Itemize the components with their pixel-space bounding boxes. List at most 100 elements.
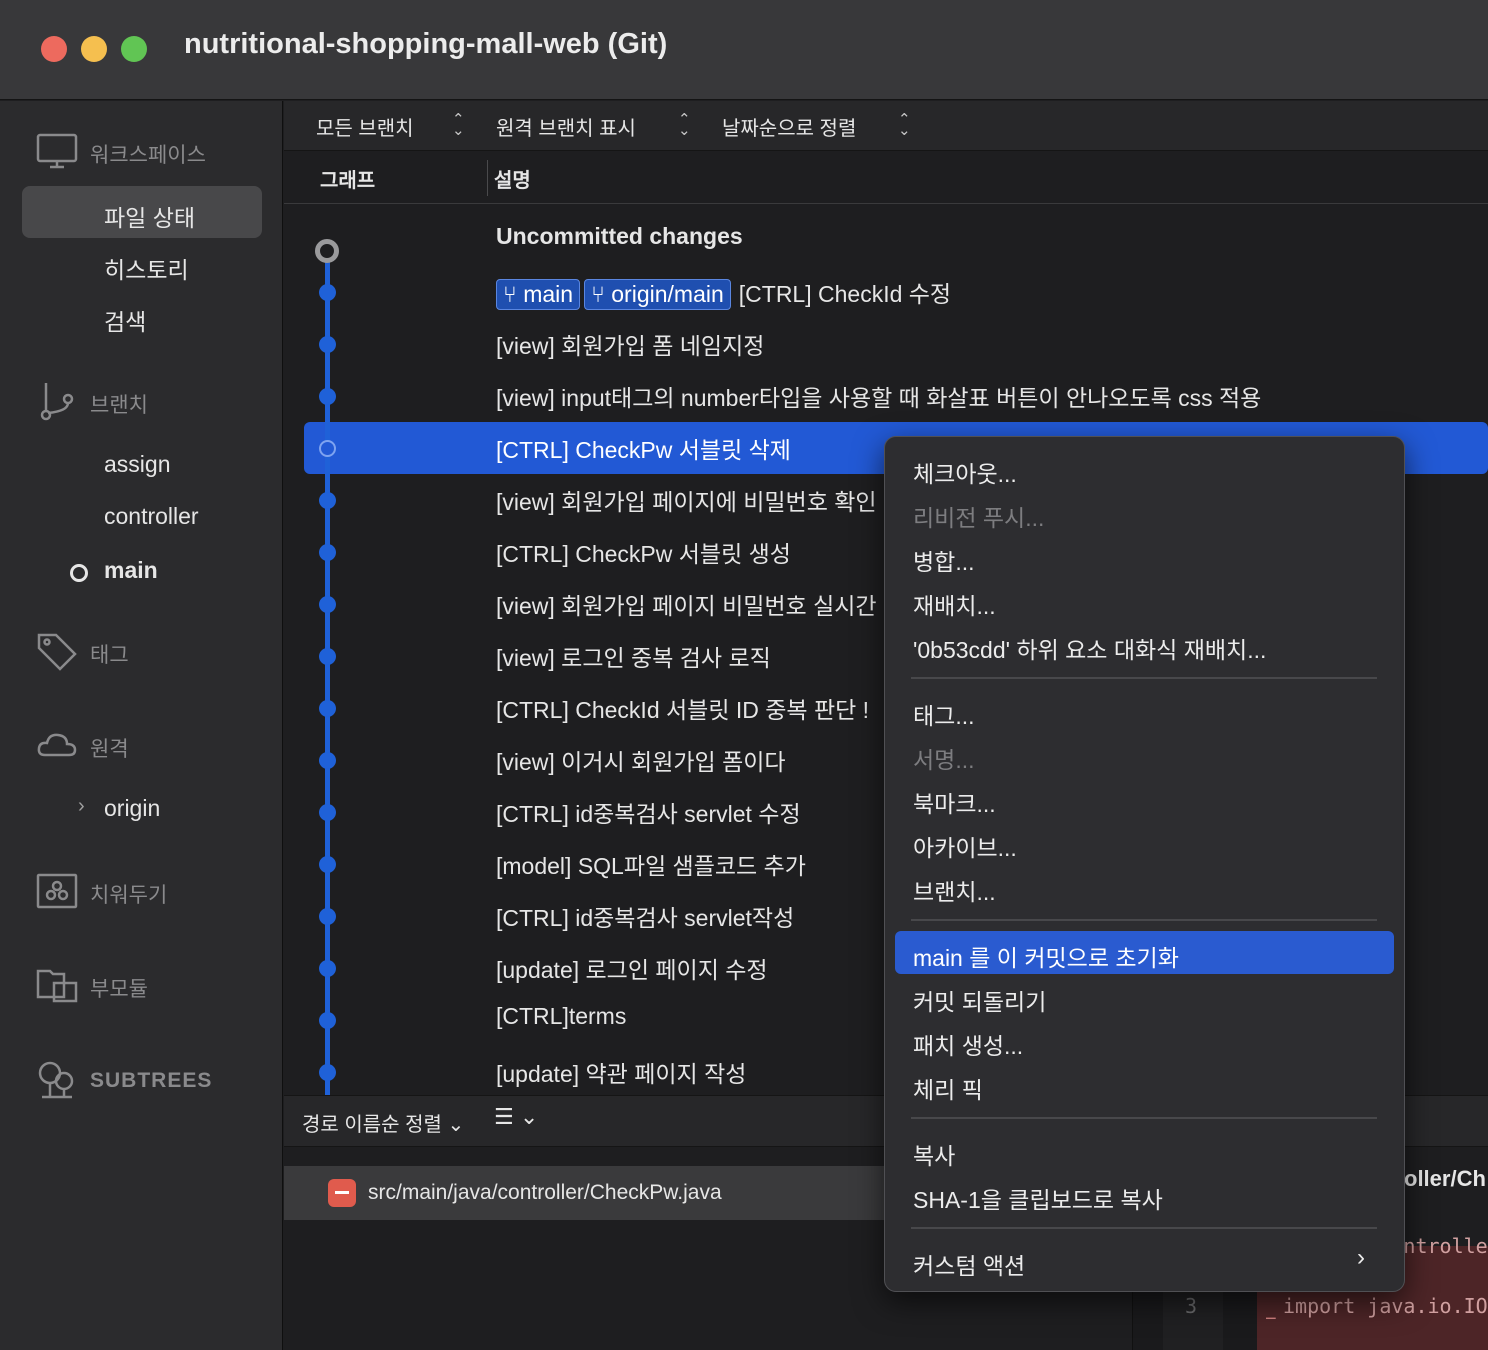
- commit-message: [update] 약관 페이지 작성: [496, 1061, 747, 1087]
- commit-message: Uncommitted changes: [496, 223, 743, 249]
- commit-node: [319, 700, 336, 717]
- commit-node: [319, 336, 336, 353]
- commit-message: [CTRL] CheckId 서블릿 ID 중복 판단 !: [496, 697, 870, 723]
- commit-node: [319, 804, 336, 821]
- commit-node: [319, 440, 336, 457]
- menu-push-revision: 리비전 푸시...: [913, 505, 1045, 531]
- window-title: nutritional-shopping-mall-web (Git): [184, 28, 668, 60]
- branch-badge-origin-main[interactable]: ⑂ origin/main: [584, 279, 731, 310]
- minimize-window-button[interactable]: [81, 36, 107, 62]
- menu-branch[interactable]: 브랜치...: [913, 873, 996, 907]
- menu-tag[interactable]: 태그...: [913, 697, 975, 731]
- commit-message: [CTRL] CheckPw 서블릿 생성: [496, 541, 791, 567]
- commit-message-text: [CTRL] CheckId 수정: [738, 281, 952, 307]
- menu-merge[interactable]: 병합...: [913, 543, 975, 577]
- file-list-item[interactable]: src/main/java/controller/CheckPw.java: [284, 1166, 888, 1220]
- sidebar-section-submodules: 부모듈: [90, 978, 148, 1001]
- column-header: 그래프 설명: [284, 152, 1488, 204]
- column-divider[interactable]: [487, 160, 488, 196]
- sidebar-branch-assign[interactable]: assign: [104, 451, 170, 478]
- menu-sign: 서명...: [913, 747, 975, 773]
- menu-cherry-pick[interactable]: 체리 픽: [913, 1071, 983, 1105]
- app-window: nutritional-shopping-mall-web (Git) 워크스페…: [0, 0, 1488, 1350]
- chevron-down-icon: ⌄: [447, 1114, 465, 1136]
- sidebar-section-stashes: 치워두기: [90, 884, 168, 907]
- sort-by-path-select[interactable]: 경로 이름순 정렬 ⌄: [302, 1108, 464, 1137]
- updown-chevron-icon[interactable]: ⌃ ⌄: [678, 112, 691, 138]
- sidebar-section-workspace: 워크스페이스: [90, 144, 206, 167]
- commit-row[interactable]: [view] input태그의 number타입을 사용할 때 화살표 버튼이 …: [284, 369, 1488, 421]
- sidebar-item-search[interactable]: 검색: [104, 303, 146, 337]
- sidebar: 워크스페이스 파일 상태 히스토리 검색 브랜치 assign controll…: [0, 101, 283, 1350]
- commit-row[interactable]: ⑂ main ⑂ origin/main [CTRL] CheckId 수정: [284, 265, 1488, 317]
- sort-date-select[interactable]: 날짜순으로 정렬: [722, 112, 856, 141]
- menu-bookmark[interactable]: 북마크...: [913, 785, 996, 819]
- title-bar: nutritional-shopping-mall-web (Git): [0, 0, 1488, 100]
- commit-node: [319, 960, 336, 977]
- commit-node: [319, 1012, 336, 1029]
- updown-chevron-icon[interactable]: ⌃ ⌄: [452, 112, 465, 138]
- diff-minus-sign: −: [1265, 1308, 1277, 1330]
- commit-message: [view] 회원가입 페이지 비밀번호 실시간: [496, 593, 877, 619]
- commit-node: [319, 648, 336, 665]
- list-view-select[interactable]: ☰ ⌄: [494, 1104, 538, 1130]
- branch-badge-main[interactable]: ⑂ main: [496, 279, 581, 310]
- sidebar-branch-controller[interactable]: controller: [104, 503, 199, 530]
- commit-message: [view] 로그인 중복 검사 로직: [496, 645, 771, 671]
- branch-icon: ⑂: [503, 281, 517, 307]
- zoom-window-button[interactable]: [121, 36, 147, 62]
- commit-row-uncommitted[interactable]: Uncommitted changes: [284, 213, 1488, 265]
- all-branches-select[interactable]: 모든 브랜치: [316, 112, 414, 141]
- menu-archive[interactable]: 아카이브...: [913, 829, 1017, 863]
- menu-copy-sha[interactable]: SHA-1을 클립보드로 복사: [913, 1181, 1163, 1215]
- sidebar-branch-main[interactable]: main: [104, 557, 158, 584]
- chevron-right-icon[interactable]: ›: [78, 795, 85, 818]
- context-menu: 체크아웃... 리비전 푸시... 병합... 재배치... '0b53cdd'…: [884, 436, 1405, 1292]
- commit-row[interactable]: [view] 회원가입 폼 네임지정: [284, 317, 1488, 369]
- monitor-icon: [36, 131, 78, 171]
- menu-custom-action[interactable]: 커스텀 액션: [913, 1247, 1025, 1281]
- diff-file-path: oller/Ch: [1404, 1166, 1486, 1191]
- sidebar-section-remotes: 원격: [90, 738, 129, 761]
- sidebar-item-file-status[interactable]: 파일 상태: [104, 199, 195, 233]
- sidebar-item-history[interactable]: 히스토리: [104, 251, 189, 285]
- menu-rebase[interactable]: 재배치...: [913, 587, 996, 621]
- commit-message: [view] input태그의 number타입을 사용할 때 화살표 버튼이 …: [496, 385, 1262, 411]
- commit-node: [319, 596, 336, 613]
- commit-message: ⑂ main ⑂ origin/main [CTRL] CheckId 수정: [496, 275, 951, 310]
- commit-node: [319, 492, 336, 509]
- sidebar-section-subtrees: SUBTREES: [90, 1069, 213, 1092]
- sidebar-section-branches: 브랜치: [90, 394, 148, 417]
- close-window-button[interactable]: [41, 36, 67, 62]
- commit-message: [view] 회원가입 페이지에 비밀번호 확인: [496, 489, 877, 515]
- submodule-icon: [36, 965, 78, 1005]
- menu-separator: [911, 1227, 1377, 1229]
- menu-create-patch[interactable]: 패치 생성...: [913, 1027, 1023, 1061]
- menu-revert-commit[interactable]: 커밋 되돌리기: [913, 983, 1046, 1017]
- column-graph[interactable]: 그래프: [320, 164, 375, 193]
- sidebar-remote-origin[interactable]: origin: [104, 795, 160, 822]
- commit-node: [319, 752, 336, 769]
- line-number: 3: [1185, 1294, 1198, 1318]
- commit-message: [view] 이거시 회원가입 폼이다: [496, 749, 786, 775]
- commit-node: [319, 544, 336, 561]
- column-description[interactable]: 설명: [494, 164, 531, 193]
- menu-interactive-rebase[interactable]: '0b53cdd' 하위 요소 대화식 재배치...: [913, 631, 1266, 665]
- current-branch-indicator-icon: [70, 564, 88, 582]
- menu-reset-to-commit[interactable]: main 를 이 커밋으로 초기화: [913, 939, 1179, 973]
- menu-checkout[interactable]: 체크아웃...: [913, 455, 1017, 489]
- sort-by-path-label: 경로 이름순 정렬: [302, 1114, 442, 1136]
- commit-message: [CTRL] id중복검사 servlet 수정: [496, 801, 801, 827]
- branch-badge-label: origin/main: [611, 281, 724, 307]
- menu-copy[interactable]: 복사: [913, 1137, 955, 1171]
- show-remote-select[interactable]: 원격 브랜치 표시: [496, 112, 636, 141]
- commit-message: [CTRL]terms: [496, 1003, 627, 1029]
- file-removed-icon: [328, 1179, 356, 1207]
- commit-message: [update] 로그인 페이지 수정: [496, 957, 768, 983]
- commit-node: [319, 908, 336, 925]
- stash-icon: [36, 871, 78, 911]
- chevron-down-icon: ⌄: [519, 1104, 539, 1129]
- chevron-right-icon: ›: [1357, 1244, 1365, 1271]
- commit-node: [319, 284, 336, 301]
- updown-chevron-icon[interactable]: ⌃ ⌄: [898, 112, 911, 138]
